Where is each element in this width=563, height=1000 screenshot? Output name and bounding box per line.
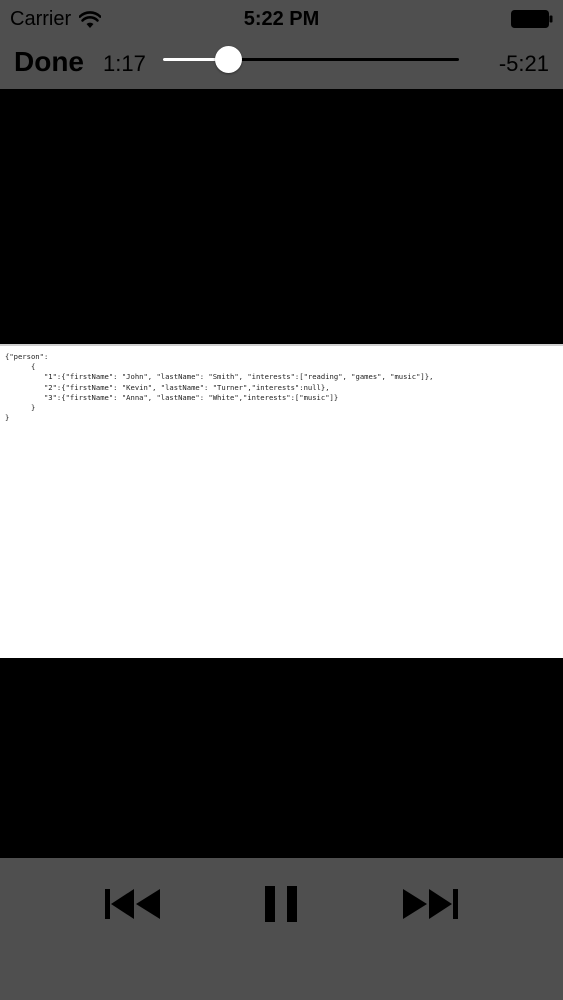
- remaining-time: -5:21: [498, 51, 549, 76]
- code-line: }: [5, 403, 36, 413]
- code-line: {: [5, 362, 36, 372]
- pause-button[interactable]: [262, 886, 300, 922]
- rewind-button[interactable]: [103, 886, 163, 922]
- elapsed-time: 1:17: [103, 51, 146, 76]
- fast-forward-button[interactable]: [400, 886, 460, 922]
- video-frame: {"person": { "1":{"firstName": "John", "…: [0, 344, 563, 658]
- json-code-view: {"person": { "1":{"firstName": "John", "…: [0, 346, 563, 423]
- transport-bar: [0, 858, 563, 1000]
- battery-icon: [511, 10, 553, 28]
- fast-forward-icon: [403, 889, 458, 919]
- code-line: }: [5, 413, 10, 423]
- code-line: "3":{"firstName": "Anna", "lastName": "W…: [5, 392, 339, 402]
- code-line: {"person":: [5, 352, 49, 361]
- status-bar: Carrier 5:22 PM: [0, 0, 563, 38]
- top-bar: Carrier 5:22 PM Done 1:17 -5:21: [0, 0, 563, 89]
- code-line: "1":{"firstName": "John", "lastName": "S…: [5, 372, 434, 382]
- playback-controls-row: Done 1:17 -5:21: [0, 38, 563, 86]
- pause-icon: [265, 886, 297, 922]
- scrubber-thumb[interactable]: [215, 46, 243, 73]
- code-line: "2":{"firstName": "Kevin", "lastName": "…: [5, 382, 330, 392]
- video-player-screen: Carrier 5:22 PM Done 1:17 -5:21 {"person…: [0, 0, 563, 1000]
- done-button[interactable]: Done: [14, 46, 84, 78]
- playback-scrubber[interactable]: [163, 46, 459, 73]
- rewind-icon: [105, 889, 160, 919]
- status-time: 5:22 PM: [243, 8, 320, 30]
